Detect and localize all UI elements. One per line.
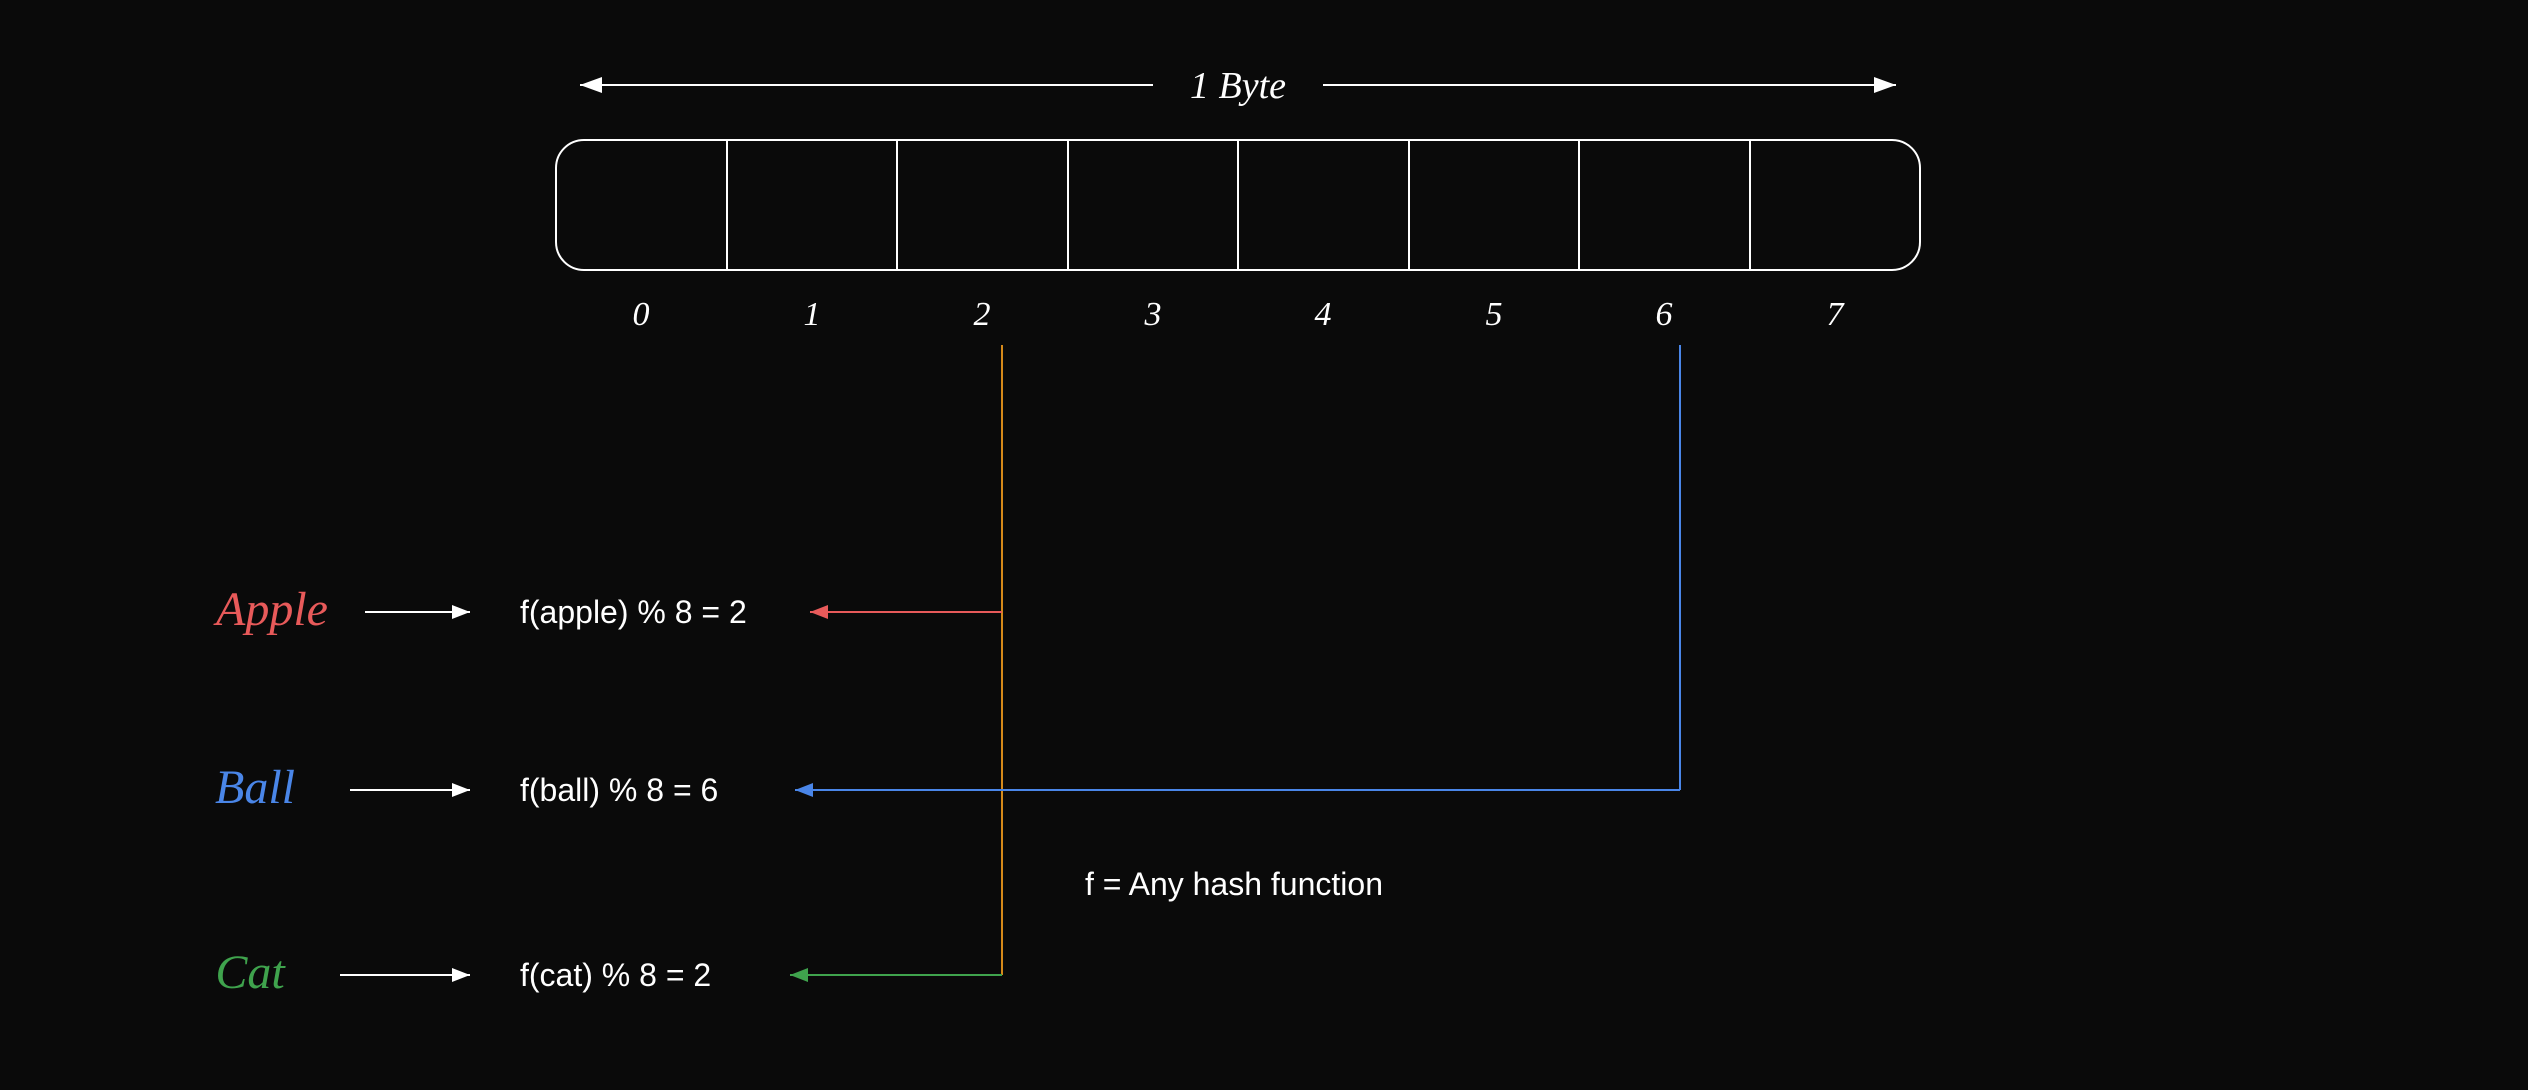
byte-index: 1 [804, 296, 821, 333]
byte-array [556, 140, 1920, 270]
arrow-left-icon [810, 605, 828, 619]
byte-width-label: 1 Byte [1190, 65, 1286, 107]
byte-indices: 0 1 2 3 4 5 6 7 [633, 296, 1846, 333]
item-ball-expr: f(ball) % 8 = 6 [520, 772, 718, 808]
item-ball-row: Ball f(ball) % 8 = 6 [215, 761, 1680, 814]
byte-width-arrow: 1 Byte [580, 65, 1896, 107]
arrow-right-icon [452, 968, 470, 982]
byte-index: 3 [1144, 296, 1162, 333]
item-apple-row: Apple f(apple) % 8 = 2 [213, 583, 1002, 636]
arrow-right-icon [452, 605, 470, 619]
byte-index: 7 [1827, 296, 1846, 333]
byte-index: 2 [974, 296, 991, 333]
arrow-right-icon [452, 783, 470, 797]
byte-index: 4 [1315, 296, 1332, 333]
hash-function-note: f = Any hash function [1085, 866, 1383, 902]
diagram-canvas: 1 Byte 0 1 2 3 4 5 6 7 Apple f(apple) % … [0, 0, 2528, 1090]
item-apple-expr: f(apple) % 8 = 2 [520, 594, 747, 630]
arrow-left-icon [795, 783, 813, 797]
byte-index: 6 [1656, 296, 1673, 333]
item-ball-label: Ball [215, 761, 295, 814]
item-apple-label: Apple [213, 583, 328, 636]
byte-index: 5 [1486, 296, 1503, 333]
item-cat-row: Cat f(cat) % 8 = 2 [215, 946, 1002, 999]
byte-index: 0 [633, 296, 650, 333]
item-cat-expr: f(cat) % 8 = 2 [520, 957, 711, 993]
item-cat-label: Cat [215, 946, 286, 999]
arrow-left-icon [790, 968, 808, 982]
